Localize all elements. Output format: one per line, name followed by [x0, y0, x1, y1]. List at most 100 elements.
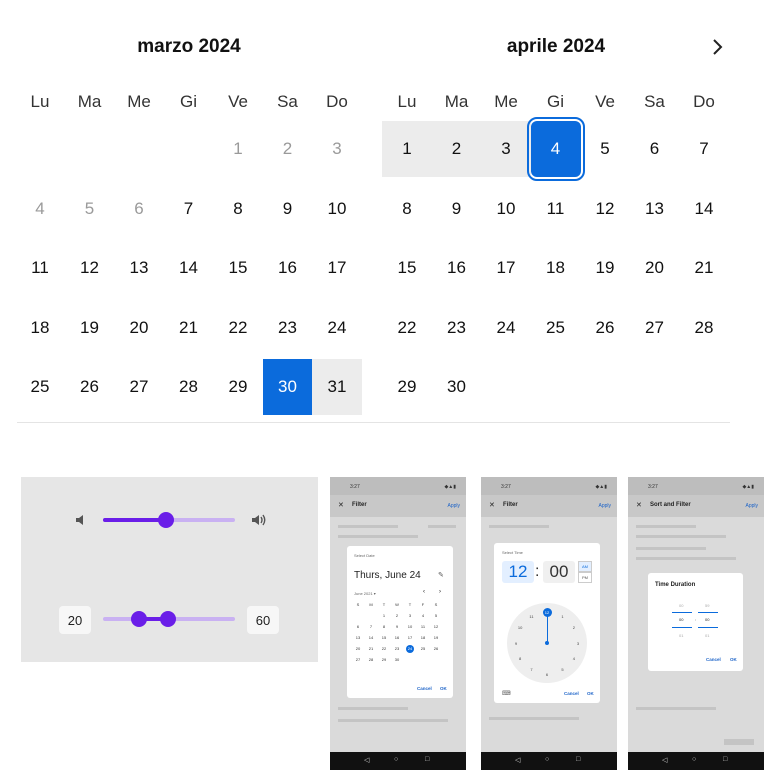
- mini-calendar-day[interactable]: 26: [432, 645, 440, 653]
- calendar-day[interactable]: 24: [481, 300, 531, 356]
- calendar-day[interactable]: 26: [580, 300, 630, 356]
- calendar-day[interactable]: 5: [580, 121, 630, 177]
- hours-current[interactable]: 00: [679, 617, 683, 622]
- range-slider-low-thumb[interactable]: [130, 611, 147, 627]
- minute-field[interactable]: 00: [543, 561, 575, 583]
- back-icon[interactable]: ◁: [515, 756, 520, 764]
- calendar-day[interactable]: 2: [431, 121, 482, 177]
- calendar-day[interactable]: 29: [213, 359, 263, 415]
- calendar-day[interactable]: 17: [481, 240, 531, 296]
- mini-calendar-day[interactable]: 11: [419, 623, 427, 631]
- calendar-day[interactable]: 28: [679, 300, 729, 356]
- mini-calendar-day[interactable]: 2: [393, 612, 401, 620]
- mini-calendar-day[interactable]: 15: [380, 634, 388, 642]
- calendar-day[interactable]: 29: [382, 359, 432, 415]
- mini-calendar-day[interactable]: 17: [406, 634, 414, 642]
- mini-calendar-day[interactable]: 18: [419, 634, 427, 642]
- mini-calendar-day[interactable]: 22: [380, 645, 388, 653]
- cancel-button[interactable]: Cancel: [564, 691, 579, 696]
- mini-calendar-day[interactable]: 24: [406, 645, 414, 653]
- clock-number[interactable]: 1: [558, 612, 567, 621]
- calendar-day[interactable]: 23: [263, 300, 313, 356]
- calendar-day[interactable]: 8: [213, 181, 263, 237]
- calendar-day[interactable]: 15: [213, 240, 263, 296]
- calendar-day[interactable]: 16: [263, 240, 313, 296]
- recents-icon[interactable]: □: [723, 756, 727, 763]
- mini-calendar-day[interactable]: 20: [354, 645, 362, 653]
- calendar-day[interactable]: 5: [65, 181, 115, 237]
- calendar-day[interactable]: 11: [15, 240, 65, 296]
- month-year-selector[interactable]: June 2021 ▾: [354, 591, 376, 596]
- calendar-day[interactable]: 12: [65, 240, 115, 296]
- hour-field[interactable]: 12: [502, 561, 534, 583]
- close-icon[interactable]: ✕: [338, 501, 344, 509]
- edit-pencil-icon[interactable]: ✎: [438, 571, 444, 579]
- clock-number[interactable]: 11: [527, 612, 536, 621]
- mini-calendar-day[interactable]: 25: [419, 645, 427, 653]
- clock-number[interactable]: 6: [543, 670, 552, 679]
- calendar-day[interactable]: 27: [114, 359, 164, 415]
- calendar-day[interactable]: 23: [432, 300, 482, 356]
- clock-number[interactable]: 10: [516, 623, 525, 632]
- calendar-day[interactable]: 11: [531, 181, 581, 237]
- recents-icon[interactable]: □: [425, 756, 429, 763]
- calendar-day[interactable]: 14: [164, 240, 214, 296]
- chevron-right-icon[interactable]: ›: [439, 589, 441, 595]
- calendar-day[interactable]: 25: [531, 300, 581, 356]
- mini-calendar-day[interactable]: 23: [393, 645, 401, 653]
- mini-calendar-day[interactable]: 6: [354, 623, 362, 631]
- calendar-day[interactable]: 22: [382, 300, 432, 356]
- calendar-day[interactable]: 10: [312, 181, 362, 237]
- calendar-day[interactable]: 8: [382, 181, 432, 237]
- calendar-day[interactable]: 13: [630, 181, 680, 237]
- calendar-day[interactable]: 10: [481, 181, 531, 237]
- back-icon[interactable]: ◁: [662, 756, 667, 764]
- mini-calendar-day[interactable]: 3: [406, 612, 414, 620]
- volume-slider-thumb[interactable]: [158, 512, 175, 528]
- calendar-day[interactable]: 3: [312, 121, 362, 177]
- calendar-day[interactable]: 26: [65, 359, 115, 415]
- calendar-day[interactable]: 7: [164, 181, 214, 237]
- clock-number[interactable]: 7: [527, 665, 536, 674]
- calendar-day[interactable]: 9: [263, 181, 313, 237]
- mini-calendar-day[interactable]: 29: [380, 656, 388, 664]
- home-icon[interactable]: ○: [692, 756, 696, 763]
- recents-icon[interactable]: □: [576, 756, 580, 763]
- am-toggle[interactable]: AM: [578, 561, 592, 572]
- calendar-day[interactable]: 28: [164, 359, 214, 415]
- chevron-left-icon[interactable]: ‹: [423, 589, 425, 595]
- mini-calendar-day[interactable]: 19: [432, 634, 440, 642]
- mini-calendar-day[interactable]: 14: [367, 634, 375, 642]
- back-icon[interactable]: ◁: [364, 756, 369, 764]
- apply-button[interactable]: Apply: [745, 503, 758, 509]
- calendar-day[interactable]: 25: [15, 359, 65, 415]
- mini-calendar-day[interactable]: 12: [432, 623, 440, 631]
- close-icon[interactable]: ✕: [489, 501, 495, 509]
- calendar-day[interactable]: 14: [679, 181, 729, 237]
- calendar-day[interactable]: 17: [312, 240, 362, 296]
- calendar-day[interactable]: 3: [481, 121, 531, 177]
- mini-calendar-day[interactable]: 28: [367, 656, 375, 664]
- clock-number[interactable]: 3: [574, 639, 583, 648]
- calendar-day[interactable]: 13: [114, 240, 164, 296]
- calendar-day[interactable]: 27: [630, 300, 680, 356]
- minutes-current[interactable]: 00: [705, 617, 709, 622]
- calendar-day[interactable]: 21: [164, 300, 214, 356]
- ok-button[interactable]: OK: [440, 686, 447, 691]
- calendar-day[interactable]: 18: [531, 240, 581, 296]
- calendar-day[interactable]: 4: [15, 181, 65, 237]
- mini-calendar-day[interactable]: 27: [354, 656, 362, 664]
- clock-number[interactable]: 2: [569, 623, 578, 632]
- calendar-day[interactable]: 9: [432, 181, 482, 237]
- clock-number[interactable]: 9: [512, 639, 521, 648]
- calendar-day[interactable]: 24: [312, 300, 362, 356]
- close-icon[interactable]: ✕: [636, 501, 642, 509]
- clock-number[interactable]: 4: [569, 654, 578, 663]
- apply-button[interactable]: Apply: [598, 503, 611, 509]
- home-icon[interactable]: ○: [394, 756, 398, 763]
- calendar-day[interactable]: 7: [679, 121, 729, 177]
- ok-button[interactable]: OK: [587, 691, 594, 696]
- calendar-day[interactable]: 15: [382, 240, 432, 296]
- mini-calendar-day[interactable]: 7: [367, 623, 375, 631]
- mini-calendar-day[interactable]: 1: [380, 612, 388, 620]
